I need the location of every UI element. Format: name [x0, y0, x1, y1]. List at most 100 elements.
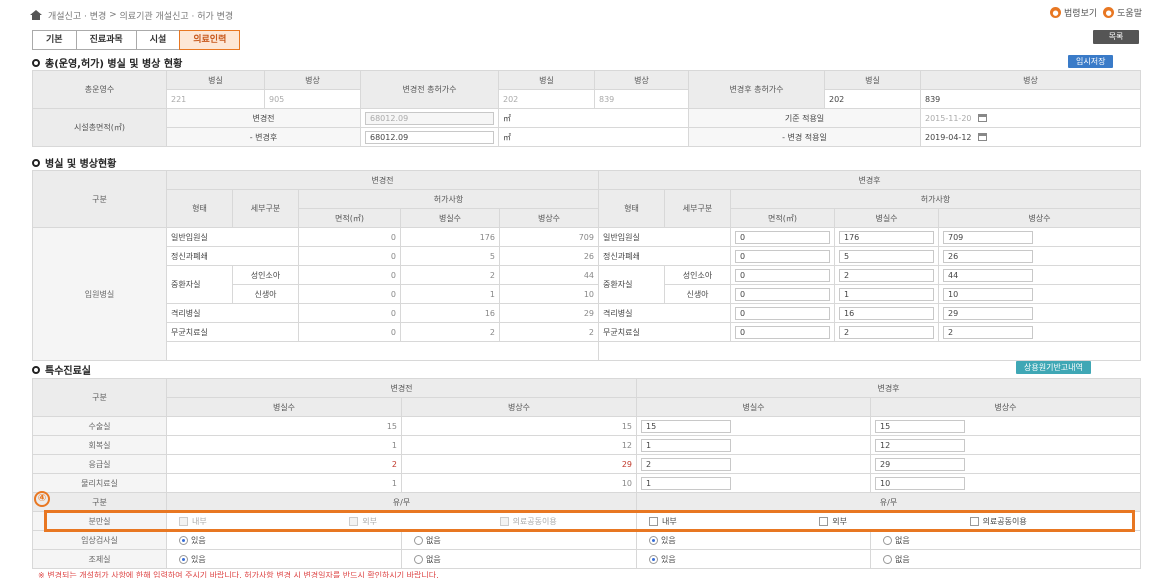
base-date-value: 2015-11-20: [925, 113, 972, 123]
after-rooms-cell: 16: [834, 303, 939, 323]
law-button[interactable]: ● 법령보기: [1050, 6, 1097, 19]
header-beds: 병상수: [870, 397, 1141, 417]
header-beds: 병상수: [499, 208, 599, 228]
before-rooms: 2: [166, 454, 402, 474]
after-area-input[interactable]: 0: [735, 230, 830, 244]
after-rooms-input[interactable]: 15: [641, 419, 731, 433]
header-bed: 병상: [920, 70, 1141, 90]
after-permit-room-value: 202: [824, 89, 921, 109]
type-cell: 무균치료실: [598, 322, 731, 342]
checkbox-icon: [349, 516, 359, 526]
list-button[interactable]: 목록: [1093, 30, 1139, 44]
after-beds-cell: 15: [870, 416, 1141, 436]
checkbox-icon: [179, 516, 188, 526]
after-beds-input[interactable]: 44: [943, 268, 1033, 282]
after-rooms-input[interactable]: 2: [641, 457, 731, 471]
home-icon[interactable]: [30, 10, 42, 20]
type-cell: 일반입원실: [166, 227, 299, 247]
step-marker: ④: [34, 491, 50, 507]
radio-icon: [414, 535, 423, 545]
calendar-icon[interactable]: [977, 114, 987, 122]
after-beds-input[interactable]: 2: [943, 325, 1033, 339]
radio-lab-no[interactable]: [883, 535, 892, 545]
after-rooms-input[interactable]: 2: [839, 325, 934, 339]
after-rooms-input[interactable]: 1: [839, 287, 934, 301]
detail-cell: 신생아: [232, 284, 299, 304]
radio-lab-yes[interactable]: [649, 535, 658, 545]
after-rooms-input[interactable]: 176: [839, 230, 934, 244]
option-label: 외부: [362, 516, 378, 526]
checkbox-internal[interactable]: [649, 516, 658, 526]
detail-cell: 성인소아: [664, 265, 731, 285]
after-beds-input[interactable]: 26: [943, 249, 1033, 263]
after-area-input[interactable]: 0: [735, 249, 830, 263]
after-beds-input[interactable]: 709: [943, 230, 1033, 244]
table-row: 회복실 1 12 1 12: [32, 435, 1141, 455]
section3-title: 특수진료실: [32, 362, 91, 377]
before-rooms: 2: [400, 322, 500, 342]
option-label: 있음: [661, 554, 676, 564]
calendar-icon[interactable]: [977, 133, 987, 141]
before-rooms: 16: [400, 303, 500, 323]
type-cell: 중환자실: [598, 265, 665, 304]
after-beds-input[interactable]: 10: [943, 287, 1033, 301]
header-rooms: 병실수: [400, 208, 500, 228]
radio-disp-yes[interactable]: [649, 554, 658, 564]
help-button[interactable]: ● 도움말: [1103, 6, 1142, 19]
table-row: 무균치료실 0 2 2 무균치료실 0 2 2: [33, 322, 1141, 342]
after-rooms-input[interactable]: 1: [641, 476, 731, 490]
after-beds-input[interactable]: 29: [943, 306, 1033, 320]
radio-disp-no[interactable]: [883, 554, 892, 564]
tab-basic[interactable]: 기본: [32, 30, 77, 50]
checkbox-external[interactable]: [819, 516, 829, 526]
after-beds-input[interactable]: 15: [875, 419, 965, 433]
breadcrumb-item-1[interactable]: 개설신고 · 변경: [48, 9, 106, 22]
option-label: 없음: [426, 535, 441, 545]
radio-icon: [414, 554, 423, 564]
option-label: 없음: [895, 535, 910, 545]
checkbox-shared[interactable]: [969, 516, 979, 526]
after-rooms-input[interactable]: 2: [839, 268, 934, 282]
header-after: 변경후: [598, 170, 1141, 190]
dispensary-label: 조제실: [32, 549, 167, 569]
total-area-label: 시설총면적(㎡): [32, 108, 167, 147]
after-rooms-cell: 5: [834, 246, 939, 266]
after-rooms-input[interactable]: 1: [641, 438, 731, 452]
after-beds-input[interactable]: 10: [875, 476, 965, 490]
type-cell: 격리병실: [166, 303, 299, 323]
after-area-input[interactable]: 0: [735, 325, 830, 339]
area-before-label: 변경전: [166, 108, 361, 128]
after-area-input[interactable]: 0: [735, 268, 830, 282]
header-room: 병실: [824, 70, 921, 90]
before-area: 0: [298, 265, 401, 285]
change-date-value[interactable]: 2019-04-12: [925, 133, 972, 142]
header-permit: 허가사항: [730, 189, 1141, 209]
operating-bed-value: 905: [264, 89, 361, 109]
tab-personnel[interactable]: 의료인력: [179, 30, 241, 50]
before-beds: 15: [401, 416, 637, 436]
header-yn: 유/무: [166, 492, 637, 512]
before-rooms: 2: [400, 265, 500, 285]
after-rooms-cell: 1: [636, 435, 871, 455]
temp-save-button[interactable]: 임시저장: [1068, 55, 1114, 68]
header-beds: 병상수: [401, 397, 637, 417]
option-label: 있음: [191, 554, 206, 564]
before-beds: 10: [499, 284, 599, 304]
header-rooms: 병실수: [166, 397, 402, 417]
after-beds-input[interactable]: 29: [875, 457, 965, 471]
after-area-input[interactable]: 0: [735, 306, 830, 320]
after-beds-input[interactable]: 12: [875, 438, 965, 452]
before-permit-room-value: 202: [498, 89, 595, 109]
special-history-button[interactable]: 상용원기반고내역: [1016, 361, 1091, 374]
option-label: 있음: [191, 535, 206, 545]
empty-cell: [598, 341, 1141, 361]
area-unit: ㎡: [498, 127, 689, 147]
after-area-input[interactable]: 0: [735, 287, 830, 301]
area-after-input[interactable]: 68012.09: [365, 130, 494, 144]
before-rooms: 5: [400, 246, 500, 266]
tab-departments[interactable]: 진료과목: [75, 30, 137, 50]
before-beds: 29: [401, 454, 637, 474]
after-rooms-input[interactable]: 16: [839, 306, 934, 320]
after-rooms-input[interactable]: 5: [839, 249, 934, 263]
tab-facility[interactable]: 시설: [135, 30, 181, 50]
